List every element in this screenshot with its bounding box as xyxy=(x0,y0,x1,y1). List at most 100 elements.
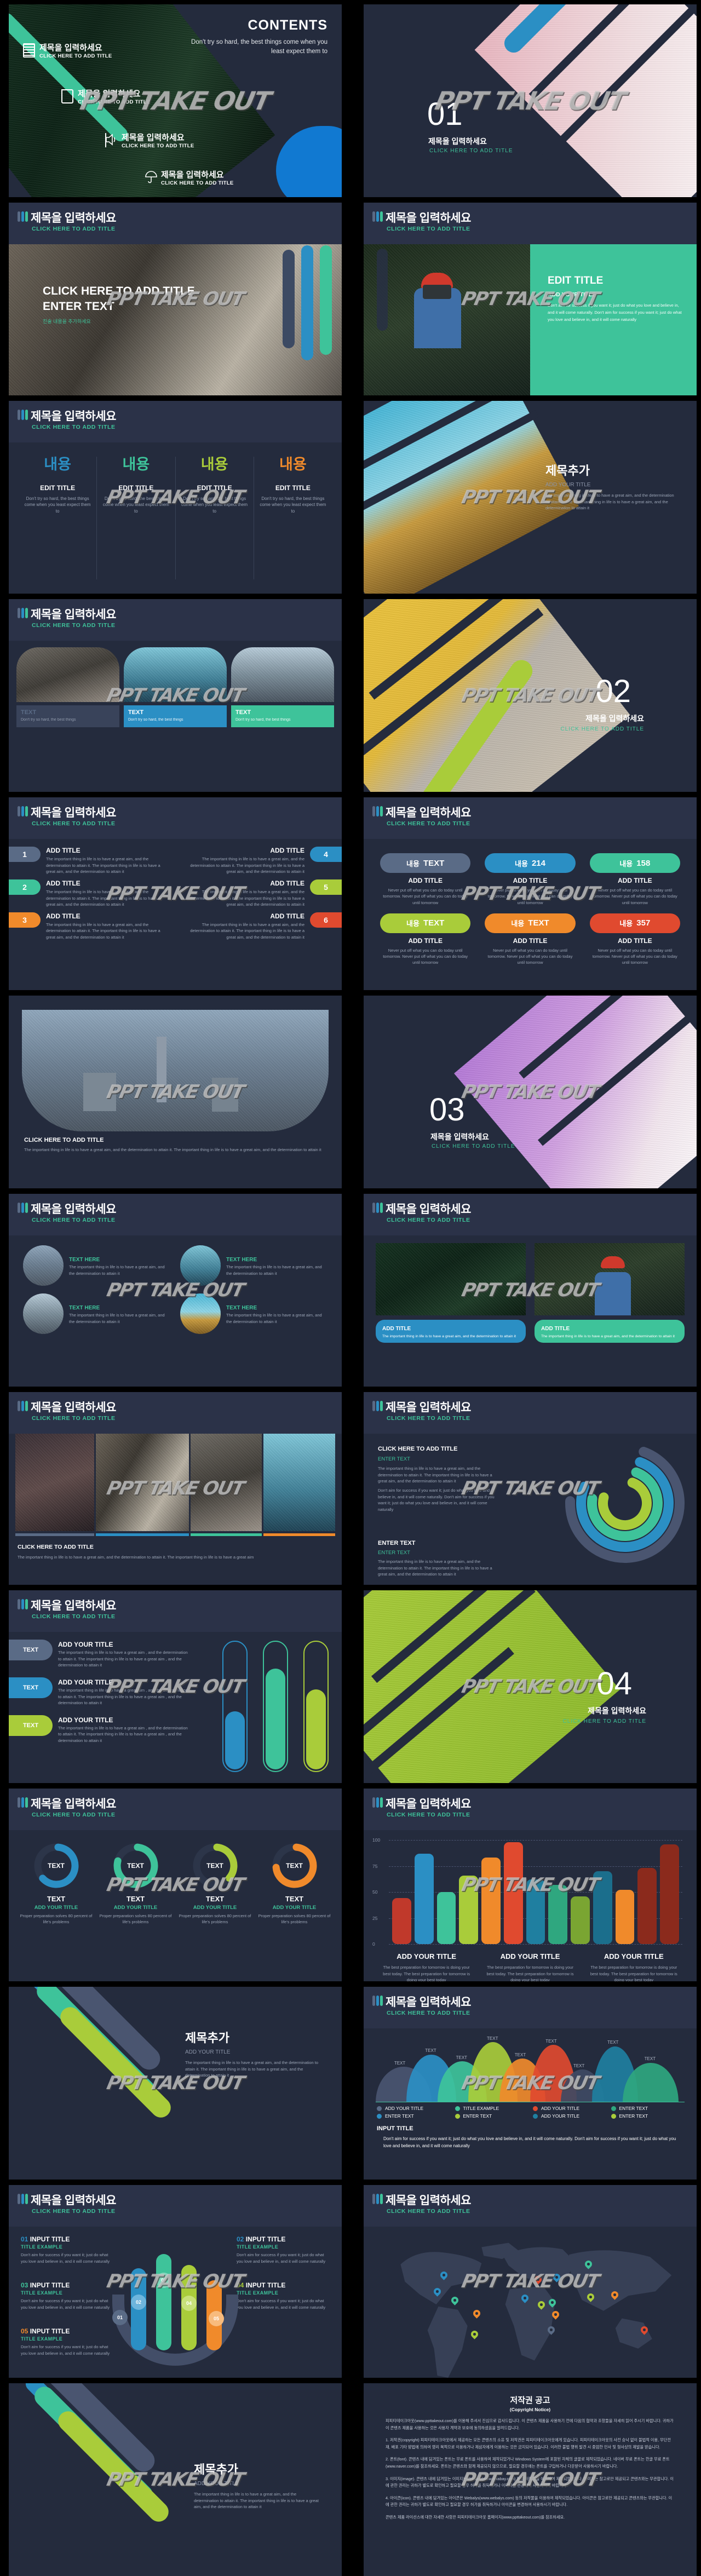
circle-item[interactable]: TEXT HERE The important thing in life is … xyxy=(180,1245,327,1286)
contents-item-4[interactable]: 제목을 입력하세요 CLICK HERE TO ADD TITLE xyxy=(145,169,234,186)
slide-title: 제목을 입력하세요 xyxy=(386,1401,471,1414)
slide-final-section[interactable]: 제목추가 ADD YOUR TITLE The important thing … xyxy=(9,2383,342,2576)
list-item[interactable]: 6 ADD TITLE The important thing in life i… xyxy=(181,912,342,941)
slide-pill-grid[interactable]: 제목을 입력하세요 CLICK HERE TO ADD TITLE 내용 TEXT… xyxy=(364,797,697,990)
pill-ko: 내용 xyxy=(619,859,633,868)
donut-item[interactable]: TEXT TEXT ADD YOUR TITLE Proper preparat… xyxy=(16,1842,96,1925)
card-desc: Don't try so hard, the best things xyxy=(235,718,291,722)
slide-bar-chart[interactable]: 제목을 입력하세요 CLICK HERE TO ADD TITLE 100 75… xyxy=(364,1789,697,1981)
slide-two-photos[interactable]: 제목을 입력하세요 CLICK HERE TO ADD TITLE ADD TI… xyxy=(364,1194,697,1387)
slide-section-04[interactable]: 04 제목을 입력하세요 CLICK HERE TO ADD TITLE PPT… xyxy=(364,1590,697,1783)
pill-card[interactable]: 내용 214 ADD TITLE Never put off what you c… xyxy=(485,853,576,906)
input-item[interactable]: 01 INPUT TITLE TITLE EXAMPLE Don't aim f… xyxy=(21,2235,114,2265)
donut-item[interactable]: TEXT TEXT ADD YOUR TITLE Proper preparat… xyxy=(96,1842,175,1925)
map-pin[interactable] xyxy=(440,2272,447,2281)
slide-section-03[interactable]: 03 제목을 입력하세요 CLICK HERE TO ADD TITLE PPT… xyxy=(364,996,697,1188)
map-pin[interactable] xyxy=(552,2311,559,2320)
list-item[interactable]: 1 ADD TITLE The important thing in life i… xyxy=(9,847,169,875)
map-pin[interactable] xyxy=(549,2299,556,2308)
speaker-icon xyxy=(105,133,117,147)
tube-row[interactable]: TEXT ADD YOUR TITLE The important thing i… xyxy=(9,1640,189,1669)
input-item[interactable]: 03 INPUT TITLE TITLE EXAMPLE Don't aim f… xyxy=(21,2281,114,2311)
pill-card[interactable]: 내용 158 ADD TITLE Never put off what you c… xyxy=(589,853,680,906)
slide-desk-title[interactable]: 제목을 입력하세요 CLICK HERE TO ADD TITLE CLICK … xyxy=(9,203,342,395)
contents-item-1[interactable]: 제목을 입력하세요 CLICK HERE TO ADD TITLE xyxy=(23,42,112,59)
photo-block[interactable]: ADD TITLE The important thing in life is… xyxy=(376,1243,526,1343)
pill-card[interactable]: 내용 357 ADD TITLE Never put off what you c… xyxy=(589,913,680,966)
circle-photo xyxy=(180,1245,221,1286)
slide-donut-row[interactable]: 제목을 입력하세요 CLICK HERE TO ADD TITLE TEXT T… xyxy=(9,1789,342,1981)
map-pin[interactable] xyxy=(585,2261,592,2270)
photo-block[interactable]: ADD TITLE The important thing in life is… xyxy=(535,1243,685,1343)
caption-desc: The best preparation for tomorrow is doi… xyxy=(383,1965,470,1981)
slide-circle-photos[interactable]: 제목을 입력하세요 CLICK HERE TO ADD TITLE TEXT H… xyxy=(9,1194,342,1387)
map-pin[interactable] xyxy=(611,2291,618,2301)
map-pin[interactable] xyxy=(451,2297,458,2306)
slide-section-01[interactable]: 01 제목을 입력하세요 CLICK HERE TO ADD TITLE PPT… xyxy=(364,4,697,197)
slide-photo-collage[interactable]: 제목을 입력하세요 CLICK HERE TO ADD TITLE CLICK … xyxy=(9,1392,342,1585)
map-pin[interactable] xyxy=(535,2276,542,2285)
slide-input-title[interactable]: 제목을 입력하세요 CLICK HERE TO ADD TITLE 01 INP… xyxy=(9,2185,342,2378)
column-item[interactable]: 내용 EDIT TITLE Don't try so hard, the bes… xyxy=(254,456,332,579)
map-pin[interactable] xyxy=(538,2301,545,2310)
section-subtitle: CLICK HERE TO ADD TITLE xyxy=(560,726,644,732)
slide-sky-section[interactable]: 제목추가 ADD YOUR TITLE The important thing … xyxy=(364,401,697,594)
circle-item[interactable]: TEXT HERE The important thing in life is … xyxy=(23,1245,170,1286)
pill-card[interactable]: 내용 TEXT ADD TITLE Never put off what you … xyxy=(380,853,471,906)
slide-ring-chart[interactable]: 제목을 입력하세요 CLICK HERE TO ADD TITLE CLICK … xyxy=(364,1392,697,1585)
slide-subtitle: CLICK HERE TO ADD TITLE xyxy=(387,820,470,827)
map-pin[interactable] xyxy=(521,2295,528,2304)
input-item[interactable]: 05 INPUT TITLE TITLE EXAMPLE Don't aim f… xyxy=(21,2327,114,2357)
slide-world-map[interactable]: 제목을 입력하세요 CLICK HERE TO ADD TITLE PPT TA… xyxy=(364,2185,697,2378)
pill-value: 158 xyxy=(636,858,651,868)
slide-stripes-section[interactable]: 제목추가 ADD YOUR TITLE The important thing … xyxy=(9,1987,342,2180)
column-desc: Don't try so hard, the best things come … xyxy=(260,496,326,514)
tube-row[interactable]: TEXT ADD YOUR TITLE The important thing i… xyxy=(9,1677,189,1706)
photo-card[interactable]: TEXT Don't try so hard, the best things xyxy=(124,647,227,727)
input-item[interactable]: 02 INPUT TITLE TITLE EXAMPLE Don't aim f… xyxy=(237,2235,330,2265)
slide-section-02[interactable]: 02 제목을 입력하세요 CLICK HERE TO ADD TITLE PPT… xyxy=(364,599,697,792)
input-sub: TITLE EXAMPLE xyxy=(21,2290,63,2296)
section-number: 02 xyxy=(595,674,631,709)
column-item[interactable]: 내용 EDIT TITLE Don't try so hard, the bes… xyxy=(19,456,97,579)
map-pin[interactable] xyxy=(587,2293,594,2303)
slide-four-columns[interactable]: 제목을 입력하세요 CLICK HERE TO ADD TITLE 내용 EDI… xyxy=(9,401,342,594)
slide-hills-chart[interactable]: 제목을 입력하세요 CLICK HERE TO ADD TITLE TEXT T… xyxy=(364,1987,697,2180)
tube-row[interactable]: TEXT ADD YOUR TITLE The important thing i… xyxy=(9,1715,189,1744)
map-pin[interactable] xyxy=(553,2274,560,2283)
circle-item[interactable]: TEXT HERE The important thing in life is … xyxy=(23,1293,170,1334)
donut-center-label: TEXT xyxy=(127,1862,144,1870)
slide-cover-contents[interactable]: 제목을 입력하세요 CLICK HERE TO ADD TITLE 제목을 입력하… xyxy=(9,4,342,197)
list-item[interactable]: 2 ADD TITLE The important thing in life i… xyxy=(9,879,169,908)
pill-card[interactable]: 내용 TEXT ADD TITLE Never put off what you … xyxy=(485,913,576,966)
contents-item-3[interactable]: 제목을 입력하세요 CLICK HERE TO ADD TITLE xyxy=(105,131,194,149)
donut-center-label: TEXT xyxy=(206,1862,223,1870)
list-item[interactable]: 4 ADD TITLE The important thing in life i… xyxy=(181,847,342,875)
list-item[interactable]: 5 ADD TITLE The important thing in life i… xyxy=(181,879,342,908)
map-pin[interactable] xyxy=(471,2331,478,2340)
input-item[interactable]: 04 INPUT TITLE TITLE EXAMPLE Don't aim f… xyxy=(237,2281,330,2311)
slide-photo-edit-title[interactable]: 제목을 입력하세요 CLICK HERE TO ADD TITLE EDIT T… xyxy=(364,203,697,395)
circle-item[interactable]: TEXT HERE The important thing in life is … xyxy=(180,1293,327,1334)
slide-city-panorama[interactable]: CLICK HERE TO ADD TITLE The important th… xyxy=(9,996,342,1188)
legend-item: ADD YOUR TITLE xyxy=(377,2106,450,2111)
map-pin[interactable] xyxy=(434,2288,441,2297)
slide-copyright[interactable]: 저작권 공고 (Copyright Notice) 피피티테이크아웃(www.p… xyxy=(364,2383,697,2576)
map-pin[interactable] xyxy=(641,2326,648,2336)
slide-tubes[interactable]: 제목을 입력하세요 CLICK HERE TO ADD TITLE TEXT A… xyxy=(9,1590,342,1783)
column-item[interactable]: 내용 EDIT TITLE Don't try so hard, the bes… xyxy=(97,456,176,579)
contents-item-2[interactable]: 제목을 입력하세요 CLICK HERE TO ADD TITLE xyxy=(61,88,151,105)
map-pin[interactable] xyxy=(548,2326,555,2336)
slide-three-cards[interactable]: 제목을 입력하세요 CLICK HERE TO ADD TITLE TEXT D… xyxy=(9,599,342,792)
column-item[interactable]: 내용 EDIT TITLE Don't try so hard, the bes… xyxy=(176,456,254,579)
photo-card[interactable]: TEXT Don't try so hard, the best things xyxy=(16,647,119,727)
card-text-box: TEXT Don't try so hard, the best things xyxy=(124,705,227,727)
photo-card[interactable]: TEXT Don't try so hard, the best things xyxy=(231,647,334,727)
map-pin[interactable] xyxy=(473,2310,480,2319)
donut-item[interactable]: TEXT TEXT ADD YOUR TITLE Proper preparat… xyxy=(255,1842,334,1925)
slide-numbered-list[interactable]: 제목을 입력하세요 CLICK HERE TO ADD TITLE 1 ADD … xyxy=(9,797,342,990)
color-strip xyxy=(263,1533,336,1536)
pill-card[interactable]: 내용 TEXT ADD TITLE Never put off what you … xyxy=(380,913,471,966)
list-item[interactable]: 3 ADD TITLE The important thing in life i… xyxy=(9,912,169,941)
donut-item[interactable]: TEXT TEXT ADD YOUR TITLE Proper preparat… xyxy=(175,1842,255,1925)
